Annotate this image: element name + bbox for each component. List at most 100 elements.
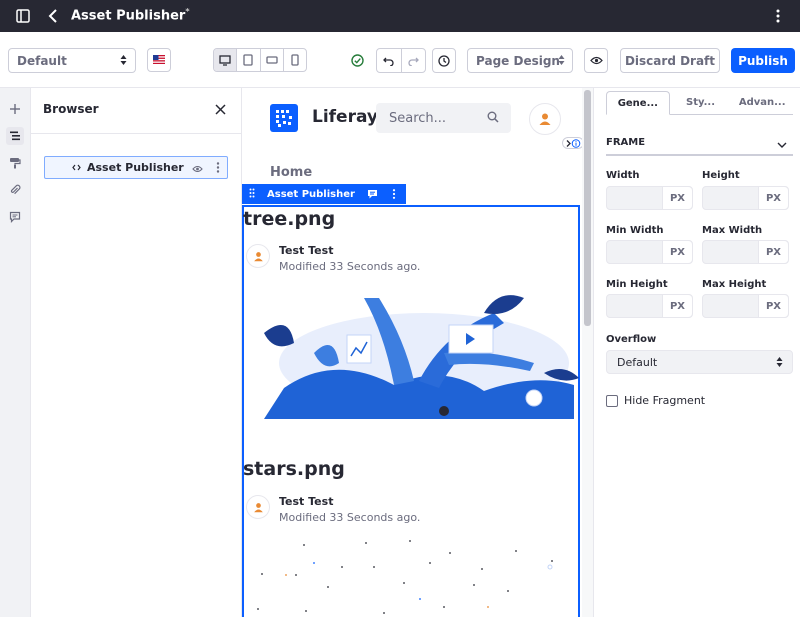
history-icon [438, 54, 450, 67]
hide-fragment-label[interactable]: Hide Fragment [624, 394, 705, 407]
liferay-logo [270, 104, 298, 132]
sidebar-toggle-icon[interactable] [16, 9, 30, 26]
tab-styles[interactable]: Sty... [670, 91, 732, 114]
asset-modified: Modified 33 Seconds ago. [279, 511, 421, 524]
unit-selector[interactable]: PX [758, 241, 788, 263]
caret-updown-icon [776, 356, 783, 371]
kebab-menu-icon[interactable] [216, 162, 220, 176]
brand-name: Liferay [312, 107, 378, 127]
overflow-select[interactable]: Default [606, 350, 793, 374]
browser-tree-icon[interactable] [6, 127, 24, 145]
author-avatar [246, 495, 270, 519]
search-input[interactable]: Search... [376, 103, 511, 133]
max-width-input[interactable]: PX [702, 240, 789, 264]
stars-illustration [244, 533, 580, 617]
visibility-eye-icon[interactable] [192, 163, 203, 176]
min-width-input[interactable]: PX [606, 240, 693, 264]
overflow-value: Default [617, 355, 658, 369]
back-icon[interactable] [48, 9, 58, 26]
page-title-text: Asset Publisher [71, 8, 186, 24]
check-circle-icon [351, 54, 364, 70]
fragment-topper[interactable]: Asset Publisher [242, 184, 406, 204]
nav-home-link[interactable]: Home [270, 165, 312, 180]
fragment-topper-label: Asset Publisher [267, 188, 355, 200]
unit-selector[interactable]: PX [662, 295, 692, 317]
undo-redo-group [376, 48, 426, 73]
eye-icon [589, 56, 603, 65]
comments-icon[interactable] [6, 208, 24, 226]
max-width-label: Max Width [702, 225, 763, 236]
user-icon [539, 113, 551, 125]
more-options-icon[interactable] [775, 9, 781, 26]
hide-fragment-checkbox[interactable] [606, 395, 618, 407]
tab-general[interactable]: Gene... [606, 91, 670, 115]
page-design-selector[interactable]: Page Design [467, 48, 573, 73]
paperclip-icon[interactable] [6, 181, 24, 199]
user-avatar[interactable] [529, 103, 561, 135]
locale-selector[interactable] [147, 48, 171, 72]
frame-section-header[interactable]: FRAME [606, 130, 793, 156]
add-fragment-icon[interactable] [6, 100, 24, 118]
mobile-icon [291, 54, 299, 66]
width-input[interactable]: PX [606, 186, 693, 210]
tablet-view-button[interactable] [237, 49, 261, 71]
unit-selector[interactable]: PX [662, 241, 692, 263]
drag-handle-icon[interactable] [249, 188, 255, 201]
asset-modified: Modified 33 Seconds ago. [279, 260, 421, 273]
us-flag-icon [153, 53, 165, 67]
comment-icon[interactable] [367, 189, 378, 202]
discard-draft-button[interactable]: Discard Draft [620, 48, 720, 73]
asset-title[interactable]: tree.png [243, 208, 335, 230]
caret-updown-icon [558, 54, 565, 69]
experience-label: Default [17, 53, 67, 68]
config-tabs: Gene... Sty... Advan... [606, 91, 793, 115]
tree-item-label: Asset Publisher [87, 161, 184, 174]
experience-selector[interactable]: Default [8, 48, 136, 73]
fragment-kebab-icon[interactable] [392, 189, 396, 202]
asset-author: Test Test [279, 244, 334, 257]
redo-icon [408, 57, 419, 66]
max-height-input[interactable]: PX [702, 294, 789, 318]
asset-title[interactable]: stars.png [243, 458, 345, 480]
scrollbar-thumb[interactable] [584, 90, 591, 326]
overflow-label: Overflow [606, 334, 657, 345]
unit-selector[interactable]: PX [662, 187, 692, 209]
draft-marker: * [185, 7, 190, 16]
code-icon [72, 161, 81, 174]
chevron-down-icon [777, 138, 787, 152]
unit-selector[interactable]: PX [758, 295, 788, 317]
asset-author: Test Test [279, 495, 334, 508]
desktop-view-button[interactable] [214, 49, 238, 71]
undo-button[interactable] [377, 49, 402, 72]
tree-item-asset-publisher[interactable]: Asset Publisher [44, 156, 228, 179]
min-height-label: Min Height [606, 279, 668, 290]
browser-panel: Browser Asset Publisher [31, 88, 242, 617]
max-height-label: Max Height [702, 279, 767, 290]
mobile-view-button[interactable] [284, 49, 306, 71]
height-input[interactable]: PX [702, 186, 789, 210]
desktop-icon [219, 54, 231, 66]
user-icon [253, 502, 263, 512]
control-menu-toggle[interactable] [562, 137, 582, 149]
redo-button[interactable] [402, 49, 426, 72]
author-avatar [246, 244, 270, 268]
min-height-input[interactable]: PX [606, 294, 693, 318]
left-rail [0, 88, 31, 617]
width-label: Width [606, 170, 640, 181]
close-icon[interactable] [215, 100, 226, 119]
user-icon [253, 251, 263, 261]
divider [31, 133, 242, 134]
preview-button[interactable] [584, 48, 608, 73]
search-icon[interactable] [487, 111, 499, 127]
landscape-view-button[interactable] [261, 49, 284, 71]
canvas-scrollbar[interactable] [582, 88, 593, 617]
paint-roller-icon[interactable] [6, 154, 24, 172]
browser-title: Browser [43, 102, 99, 116]
caret-updown-icon [120, 54, 127, 69]
history-button[interactable] [432, 48, 456, 73]
page-title: Asset Publisher* [71, 7, 190, 23]
unit-selector[interactable]: PX [758, 187, 788, 209]
info-icon [566, 138, 581, 148]
publish-button[interactable]: Publish [731, 48, 795, 73]
tab-advanced[interactable]: Advan... [731, 91, 793, 114]
